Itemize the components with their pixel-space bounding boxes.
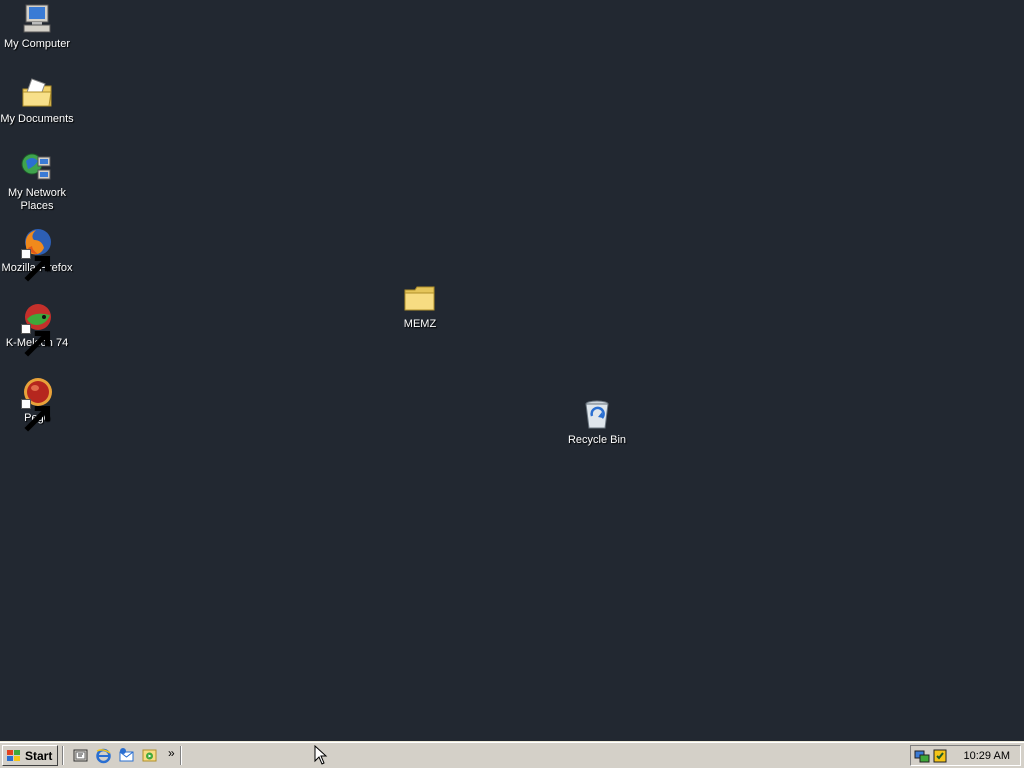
taskbar: Start » 10:29 AM <box>0 741 1024 768</box>
my-computer-icon <box>20 2 54 36</box>
quick-launch-chevron-icon[interactable]: » <box>168 746 175 760</box>
taskbar-separator <box>180 746 182 765</box>
windows-media-icon[interactable] <box>141 747 158 764</box>
my-network-places-icon <box>20 151 54 185</box>
desktop-icon-my-network-places[interactable]: My Network Places <box>0 151 74 213</box>
shortcut-arrow-icon <box>21 249 51 282</box>
windows-flag-icon <box>7 749 20 761</box>
shortcut-arrow-icon <box>21 324 51 357</box>
desktop[interactable]: My Computer My Documents My Network Plac… <box>0 0 1024 741</box>
system-tray: 10:29 AM <box>910 745 1021 766</box>
outlook-express-icon[interactable] <box>118 747 135 764</box>
pego-icon <box>20 376 54 432</box>
desktop-icon-mozilla-firefox[interactable]: Mozilla Firefox <box>0 226 74 282</box>
desktop-icon-label: My Computer <box>3 38 71 50</box>
k-meleon-icon <box>20 301 54 357</box>
start-button[interactable]: Start <box>2 745 58 766</box>
mouse-cursor-icon <box>314 745 328 765</box>
shortcut-arrow-icon <box>21 399 51 432</box>
recycle-bin-icon <box>580 398 614 432</box>
desktop-icon-memz[interactable]: MEMZ <box>383 282 457 331</box>
desktop-icon-label: My Documents <box>0 113 74 125</box>
desktop-icon-recycle-bin[interactable]: Recycle Bin <box>560 398 634 447</box>
security-icon[interactable] <box>932 748 948 764</box>
desktop-icon-k-meleon[interactable]: K-Meleon 74 <box>0 301 74 357</box>
desktop-icon-my-computer[interactable]: My Computer <box>0 2 74 51</box>
desktop-icon-label: MEMZ <box>403 318 437 330</box>
folder-icon <box>403 282 437 316</box>
desktop-icon-label: Recycle Bin <box>567 434 627 446</box>
firefox-icon <box>20 226 54 282</box>
internet-explorer-icon[interactable] <box>95 747 112 764</box>
desktop-icon-pego[interactable]: Pego <box>0 376 74 432</box>
clock[interactable]: 10:29 AM <box>964 750 1010 762</box>
network-icon[interactable] <box>914 748 930 764</box>
desktop-icon-my-documents[interactable]: My Documents <box>0 77 74 126</box>
my-documents-icon <box>20 77 54 111</box>
desktop-icon-label: My Network Places <box>7 187 67 212</box>
start-label: Start <box>25 748 53 763</box>
taskbar-separator <box>62 746 64 765</box>
show-desktop-icon[interactable] <box>72 747 89 764</box>
